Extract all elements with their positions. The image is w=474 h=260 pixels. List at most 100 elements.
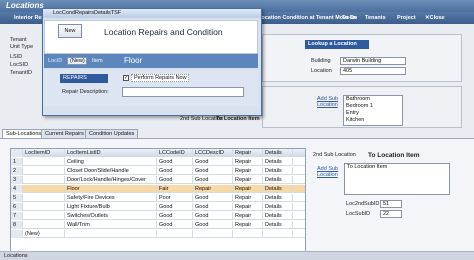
- sublocation-grid[interactable]: LocItemID LocItemListID LCCodeID LCCDesc…: [10, 148, 306, 254]
- table-row[interactable]: 3 Door/Lock/Handle/Hinges/Cover Good Goo…: [11, 176, 305, 184]
- details-button[interactable]: Details: [263, 185, 293, 193]
- tab-sub-locations[interactable]: Sub-Locations: [2, 129, 46, 138]
- repair-button[interactable]: Repair: [233, 185, 263, 193]
- loc2nd-field[interactable]: 51: [380, 200, 402, 208]
- add-sub-location-link[interactable]: Add Sub Location: [317, 96, 339, 108]
- table-row[interactable]: 8 Wall/Trim Good Good Repair Details: [11, 221, 305, 229]
- column-header[interactable]: LCCodeID: [157, 149, 193, 157]
- code-cell[interactable]: Good: [157, 221, 193, 229]
- loc-item-id-cell[interactable]: [23, 212, 65, 220]
- row-selector[interactable]: 8: [11, 221, 23, 229]
- row-selector[interactable]: 6: [11, 203, 23, 211]
- add-sub-location-link-lower[interactable]: Add Sub Location: [317, 166, 341, 178]
- loc-item-id-cell[interactable]: [23, 167, 65, 175]
- desc-cell[interactable]: Good: [193, 221, 233, 229]
- details-button[interactable]: Details: [263, 194, 293, 202]
- item-cell[interactable]: Safety/Fire Devices: [65, 194, 157, 202]
- desc-cell[interactable]: Good: [193, 203, 233, 211]
- sublocation-list[interactable]: Bathroom Bedroom 1 Entry Kitchen: [343, 95, 403, 126]
- row-selector[interactable]: 1: [11, 158, 23, 166]
- loc-item-id-cell[interactable]: (New): [23, 230, 65, 238]
- column-header[interactable]: Details: [263, 149, 293, 157]
- code-cell[interactable]: Fair: [157, 185, 193, 193]
- row-selector[interactable]: 3: [11, 176, 23, 184]
- locsub-field[interactable]: 22: [380, 210, 402, 218]
- repair-button[interactable]: Repair: [233, 167, 263, 175]
- details-button[interactable]: Details: [263, 167, 293, 175]
- list-item[interactable]: Entry: [344, 110, 402, 117]
- perform-repairs-checkbox[interactable]: ✓: [123, 75, 129, 81]
- loc-item-id-cell[interactable]: [23, 203, 65, 211]
- list-item[interactable]: To Location Item: [345, 164, 449, 171]
- column-header[interactable]: LocItemListID: [65, 149, 157, 157]
- tab-condition-updates[interactable]: Condition Updates: [85, 129, 139, 138]
- new-button[interactable]: New: [58, 24, 82, 38]
- details-button[interactable]: [263, 230, 293, 238]
- code-cell[interactable]: [157, 230, 193, 238]
- row-selector[interactable]: [11, 230, 23, 238]
- code-cell[interactable]: Good: [157, 158, 193, 166]
- code-cell[interactable]: Good: [157, 212, 193, 220]
- desc-cell[interactable]: Repair: [193, 185, 233, 193]
- repair-button[interactable]: [233, 230, 263, 238]
- details-button[interactable]: Details: [263, 221, 293, 229]
- row-selector[interactable]: 5: [11, 194, 23, 202]
- item-cell[interactable]: Switches/Outlets: [65, 212, 157, 220]
- loc-item-id-cell[interactable]: [23, 221, 65, 229]
- item-cell[interactable]: Closet Door/Slide/Handle: [65, 167, 157, 175]
- table-row[interactable]: 2 Closet Door/Slide/Handle Good Good Rep…: [11, 167, 305, 175]
- nav-tenants[interactable]: Tenants: [365, 15, 386, 21]
- repair-button[interactable]: Repair: [233, 158, 263, 166]
- list-item[interactable]: Bathroom: [344, 96, 402, 103]
- loc-item-id-cell[interactable]: [23, 158, 65, 166]
- column-header[interactable]: Repair: [233, 149, 263, 157]
- table-row-selected[interactable]: 4 Floor Fair Repair Repair Details: [11, 185, 305, 193]
- row-selector[interactable]: 7: [11, 212, 23, 220]
- column-header[interactable]: LCCDescID: [193, 149, 233, 157]
- repair-button[interactable]: Repair: [233, 212, 263, 220]
- row-selector[interactable]: 4: [11, 185, 23, 193]
- nav-project[interactable]: Project: [397, 15, 416, 21]
- desc-cell[interactable]: Good: [193, 194, 233, 202]
- repair-button[interactable]: Repair: [233, 176, 263, 184]
- list-item[interactable]: Kitchen: [344, 117, 402, 124]
- details-button[interactable]: Details: [263, 176, 293, 184]
- item-cell[interactable]: Floor: [65, 185, 157, 193]
- item-cell[interactable]: Light Fixture/Bulb: [65, 203, 157, 211]
- code-cell[interactable]: Good: [157, 203, 193, 211]
- table-row[interactable]: 5 Safety/Fire Devices Poor Good Repair D…: [11, 194, 305, 202]
- tab-current-repairs[interactable]: Current Repairs: [41, 129, 88, 138]
- list-item[interactable]: Bedroom 1: [344, 103, 402, 110]
- to-location-item-list[interactable]: To Location Item: [344, 163, 450, 195]
- repair-button[interactable]: Repair: [233, 221, 263, 229]
- item-cell[interactable]: Wall/Trim: [65, 221, 157, 229]
- item-cell[interactable]: [65, 230, 157, 238]
- details-button[interactable]: Details: [263, 203, 293, 211]
- row-selector[interactable]: 2: [11, 167, 23, 175]
- item-cell[interactable]: Door/Lock/Handle/Hinges/Cover: [65, 176, 157, 184]
- code-cell[interactable]: Good: [157, 167, 193, 175]
- code-cell[interactable]: Poor: [157, 194, 193, 202]
- code-cell[interactable]: Good: [157, 176, 193, 184]
- desc-cell[interactable]: Good: [193, 176, 233, 184]
- nav-to-do[interactable]: To Do: [342, 15, 357, 21]
- desc-cell[interactable]: Good: [193, 158, 233, 166]
- repair-button[interactable]: Repair: [233, 203, 263, 211]
- desc-cell[interactable]: Good: [193, 212, 233, 220]
- repair-description-input[interactable]: [122, 87, 244, 97]
- loc-item-id-cell[interactable]: [23, 185, 65, 193]
- table-row[interactable]: 7 Switches/Outlets Good Good Repair Deta…: [11, 212, 305, 220]
- repair-button[interactable]: Repair: [233, 194, 263, 202]
- desc-cell[interactable]: [193, 230, 233, 238]
- nav-close[interactable]: ✕Close: [425, 15, 445, 21]
- details-button[interactable]: Details: [263, 212, 293, 220]
- loc-item-id-cell[interactable]: [23, 176, 65, 184]
- desc-cell[interactable]: Good: [193, 167, 233, 175]
- building-select[interactable]: Darwin Building: [340, 57, 406, 65]
- location-select[interactable]: 405: [340, 67, 406, 75]
- table-row[interactable]: 1 Ceiling Good Good Repair Details: [11, 158, 305, 166]
- details-button[interactable]: Details: [263, 158, 293, 166]
- table-row[interactable]: 6 Light Fixture/Bulb Good Good Repair De…: [11, 203, 305, 211]
- item-cell[interactable]: Ceiling: [65, 158, 157, 166]
- loc-item-id-cell[interactable]: [23, 194, 65, 202]
